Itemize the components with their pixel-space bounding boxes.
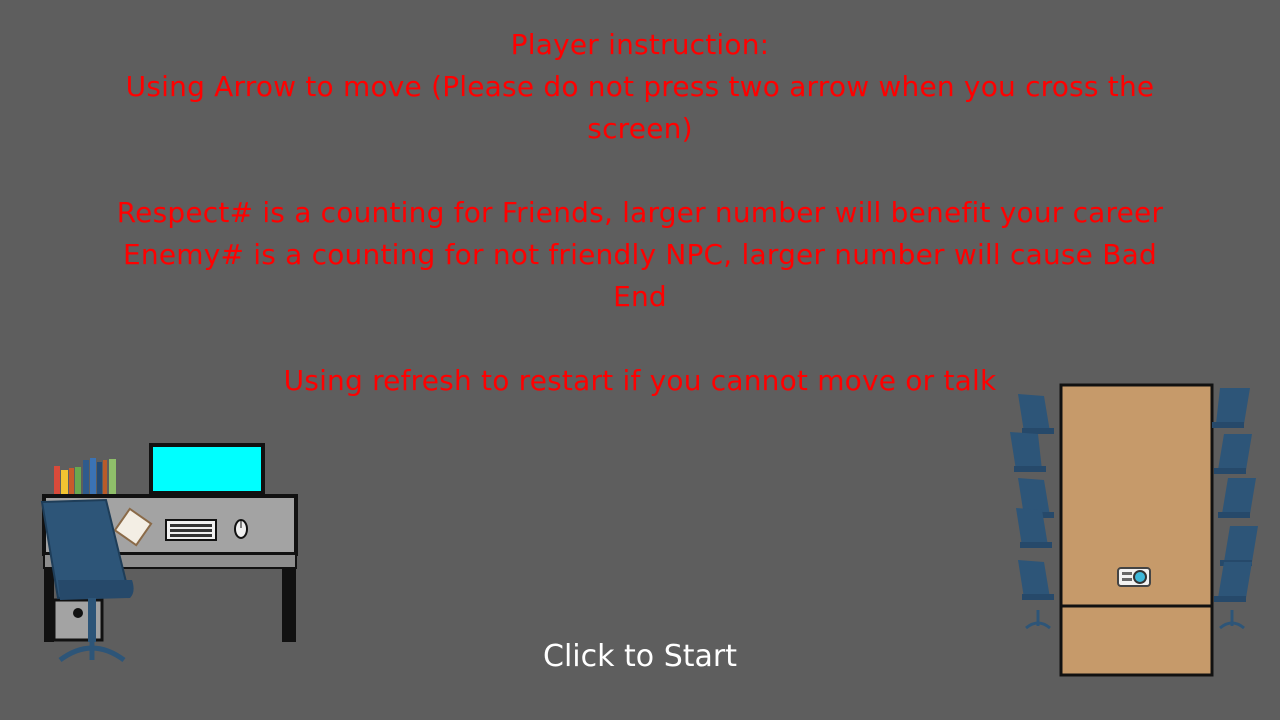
game-stage: Player instruction: Using Arrow to move … xyxy=(0,0,1280,720)
projector-icon xyxy=(1117,567,1151,587)
left-chairs-icon xyxy=(1010,394,1054,630)
instruction-respect: Respect# is a counting for Friends, larg… xyxy=(116,196,1164,229)
keyboard-icon xyxy=(165,519,217,541)
instruction-move-line-2: screen) xyxy=(587,112,693,145)
mouse-icon xyxy=(234,519,248,539)
click-to-start-button[interactable]: Click to Start xyxy=(490,634,790,680)
instruction-enemy-line-1: Enemy# is a counting for not friendly NP… xyxy=(123,238,1157,271)
office-desk-illustration xyxy=(40,443,298,663)
instruction-title: Player instruction: xyxy=(510,28,770,61)
conference-table-icon xyxy=(1059,383,1214,677)
conference-room-illustration xyxy=(1010,383,1258,677)
instruction-move-line-1: Using Arrow to move (Please do not press… xyxy=(125,70,1155,103)
instruction-enemy-line-2: End xyxy=(613,280,667,313)
right-chairs-icon xyxy=(1212,388,1258,630)
